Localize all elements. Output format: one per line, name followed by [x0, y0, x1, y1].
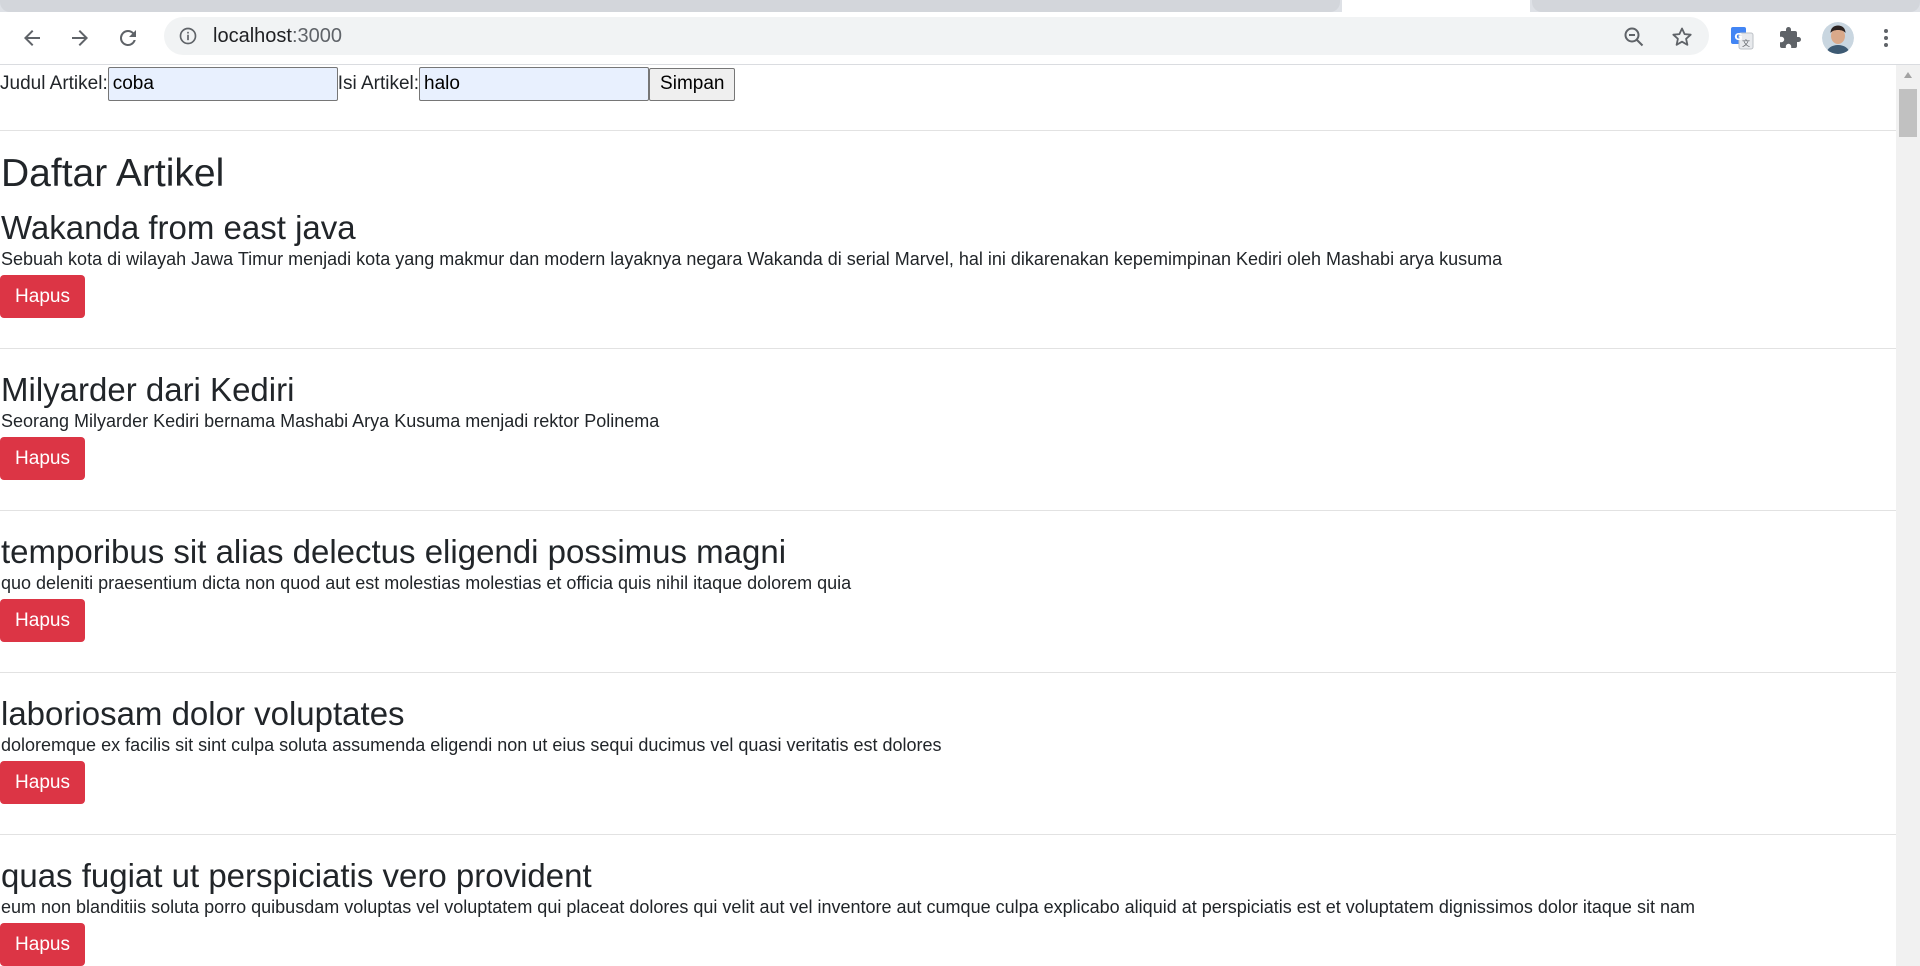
scrollbar-thumb[interactable]	[1899, 89, 1917, 137]
browser-toolbar: localhost:3000 G文	[0, 12, 1920, 64]
browser-menu-button[interactable]	[1870, 22, 1902, 54]
article-divider	[0, 510, 1896, 511]
scroll-up-button[interactable]	[1896, 65, 1920, 85]
reload-icon	[119, 29, 136, 46]
url-text[interactable]: localhost:3000	[213, 26, 342, 46]
article-body: doloremque ex facilis sit sint culpa sol…	[1, 735, 942, 755]
article-body: Seorang Milyarder Kediri bernama Mashabi…	[1, 411, 660, 431]
delete-button[interactable]: Hapus	[0, 761, 85, 804]
avatar-icon	[1822, 22, 1854, 54]
article-body: Sebuah kota di wilayah Jawa Timur menjad…	[1, 249, 1503, 269]
url-port: :3000	[291, 25, 342, 47]
article-divider	[0, 348, 1896, 349]
inactive-tab[interactable]	[1532, 0, 1920, 12]
info-icon[interactable]	[178, 26, 198, 46]
page-title: Daftar Artikel	[1, 152, 225, 195]
article-title: Milyarder dari Kediri	[1, 371, 295, 408]
forward-arrow-icon	[72, 30, 88, 46]
save-button[interactable]: Simpan	[649, 67, 736, 101]
zoom-out-icon	[1624, 27, 1644, 47]
article-form: Judul Artikel: Isi Artikel: Simpan	[0, 67, 736, 101]
reload-button[interactable]	[112, 22, 144, 54]
inactive-tabs[interactable]	[0, 0, 1340, 12]
delete-button[interactable]: Hapus	[0, 599, 85, 642]
back-arrow-icon	[24, 30, 40, 46]
svg-text:文: 文	[1742, 38, 1750, 48]
article-title: quas fugiat ut perspiciatis vero provide…	[1, 857, 592, 894]
extensions-button[interactable]	[1774, 22, 1806, 54]
article-divider	[0, 672, 1896, 673]
delete-button[interactable]: Hapus	[0, 275, 85, 318]
vertical-scrollbar[interactable]	[1896, 65, 1920, 966]
form-divider	[0, 130, 1896, 131]
puzzle-icon	[1780, 27, 1801, 48]
kebab-menu-icon	[1884, 29, 1888, 47]
active-tab[interactable]	[1342, 0, 1530, 12]
back-button[interactable]	[16, 22, 48, 54]
browser-tab-strip	[0, 0, 1920, 12]
article-divider	[0, 834, 1896, 835]
profile-avatar[interactable]	[1822, 22, 1854, 54]
page-viewport: Judul Artikel: Isi Artikel: Simpan Dafta…	[0, 65, 1896, 966]
content-label: Isi Artikel:	[337, 73, 420, 94]
title-input[interactable]	[107, 67, 338, 101]
forward-button[interactable]	[64, 22, 96, 54]
address-bar[interactable]: localhost:3000	[164, 17, 1709, 55]
translate-extension-icon: G文	[1731, 27, 1754, 50]
translate-extension-button[interactable]: G文	[1726, 22, 1758, 54]
title-label: Judul Artikel:	[0, 73, 108, 94]
content-input[interactable]	[419, 67, 650, 101]
scroll-up-arrow-icon	[1904, 72, 1912, 78]
delete-button[interactable]: Hapus	[0, 437, 85, 480]
url-host: localhost	[213, 25, 292, 47]
article-title: Wakanda from east java	[1, 209, 356, 246]
article-body: quo deleniti praesentium dicta non quod …	[1, 573, 852, 593]
article-title: temporibus sit alias delectus eligendi p…	[1, 533, 787, 570]
zoom-button[interactable]	[1621, 24, 1647, 50]
article-title: laboriosam dolor voluptates	[1, 695, 405, 732]
star-icon	[1672, 27, 1692, 46]
article-body: eum non blanditiis soluta porro quibusda…	[1, 897, 1695, 917]
delete-button[interactable]: Hapus	[0, 923, 85, 966]
bookmark-button[interactable]	[1669, 24, 1695, 50]
